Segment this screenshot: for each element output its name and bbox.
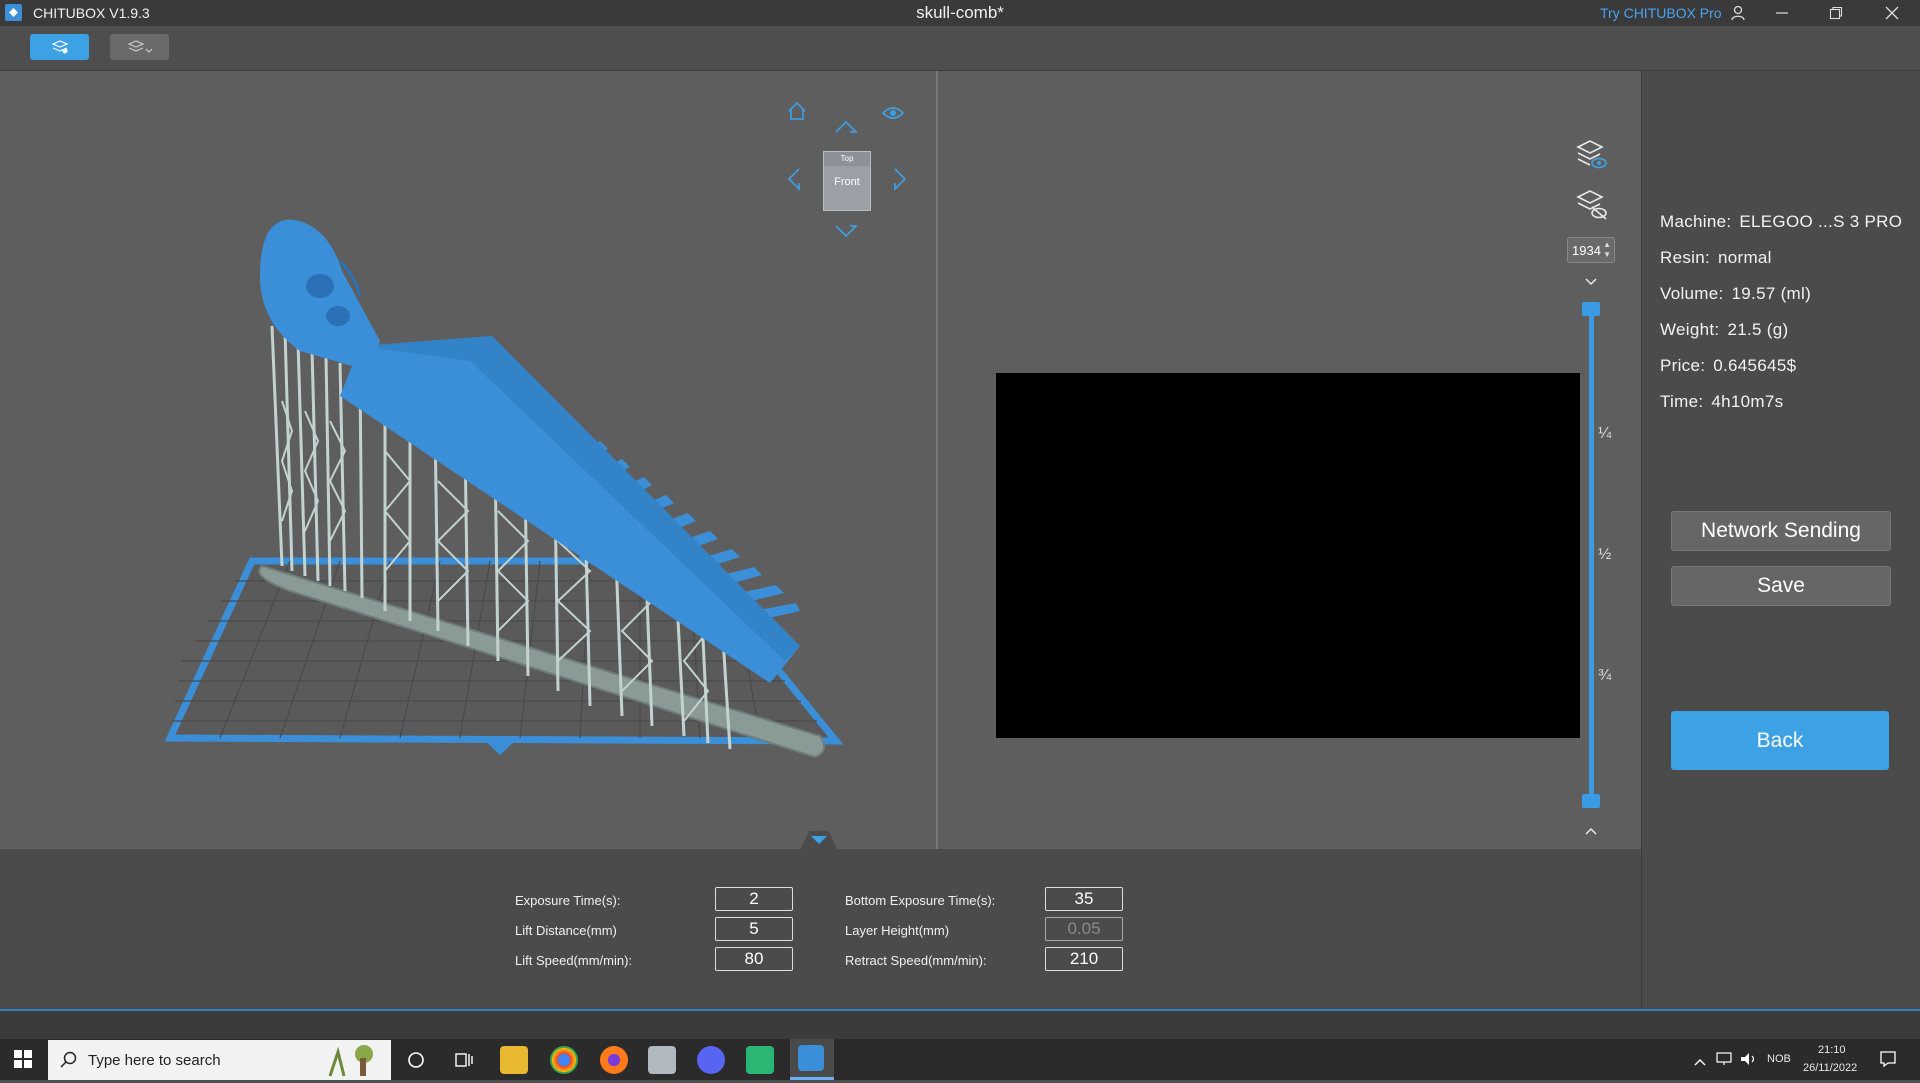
machine-value: ELEGOO ...S 3 PRO <box>1739 212 1903 231</box>
search-icon <box>60 1051 78 1074</box>
skull-eye-left <box>306 274 334 298</box>
back-button[interactable]: Back <box>1671 711 1889 770</box>
clock-time[interactable]: 21:10 <box>1818 1044 1846 1056</box>
layer-height-field: 0.05 <box>1045 917 1123 941</box>
machine-info: Machine: ELEGOO ...S 3 PRO <box>1660 212 1903 231</box>
skull-eye-right <box>326 306 350 326</box>
bottom-exposure-field[interactable]: 35 <box>1045 887 1123 911</box>
retract-speed-field[interactable]: 210 <box>1045 947 1123 971</box>
layers-icon <box>50 40 69 54</box>
layers-dropdown-icon <box>126 40 152 53</box>
rotate-up-icon[interactable] <box>834 119 858 140</box>
3d-viewport[interactable]: Top Front <box>0 71 936 849</box>
layer-number-value: 1934 <box>1572 242 1601 258</box>
layer-number-spinbox[interactable]: 1934 ▲ ▼ <box>1567 237 1615 263</box>
hide-layers-icon[interactable] <box>1576 189 1608 228</box>
home-view-icon[interactable] <box>786 100 808 127</box>
network-sending-button[interactable]: Network Sending <box>1671 511 1891 551</box>
slice-parameters-panel <box>0 849 1641 1009</box>
network-icon[interactable] <box>1716 1052 1734 1071</box>
price-value: 0.645645$ <box>1713 356 1797 375</box>
plate-front-marker <box>480 736 520 755</box>
view-cube[interactable]: Top Front <box>823 151 871 211</box>
rotate-down-icon[interactable] <box>834 223 858 244</box>
status-bar <box>0 1011 1920 1039</box>
title-bar: CHITUBOX V1.9.3 skull-comb* Try CHITUBOX… <box>0 0 1920 26</box>
user-account-icon[interactable] <box>1718 0 1758 26</box>
exposure-time-label: Exposure Time(s): <box>515 893 621 908</box>
tray-expand-icon[interactable] <box>1694 1054 1706 1072</box>
retract-speed-label: Retract Speed(mm/min): <box>845 953 987 968</box>
volume-icon[interactable] <box>1740 1052 1758 1071</box>
app-title: CHITUBOX V1.9.3 <box>33 5 150 21</box>
time-value: 4h10m7s <box>1711 392 1784 411</box>
slice-mode-button[interactable] <box>30 34 89 60</box>
time-info: Time: 4h10m7s <box>1660 392 1784 411</box>
try-pro-link[interactable]: Try CHITUBOX Pro <box>1600 5 1722 21</box>
rotate-left-icon[interactable] <box>786 167 802 196</box>
visibility-eye-icon[interactable] <box>881 105 905 126</box>
minimize-button[interactable] <box>1762 0 1802 26</box>
layer-up-chevron-icon[interactable] <box>1584 823 1598 841</box>
slider-mark-half: ½ <box>1598 546 1612 563</box>
layer-height-label: Layer Height(mm) <box>845 923 950 938</box>
exposure-time-field[interactable]: 2 <box>715 887 793 911</box>
windows-start-icon[interactable] <box>14 1050 32 1073</box>
slider-mark-three-quarter: ¾ <box>1598 667 1612 684</box>
volume-value: 19.57 (ml) <box>1731 284 1812 303</box>
layer-slider-track[interactable] <box>1589 306 1594 802</box>
rotate-right-icon[interactable] <box>892 167 908 196</box>
printer-app-icon[interactable] <box>648 1046 676 1074</box>
notifications-icon[interactable] <box>1879 1050 1897 1073</box>
chrome-icon[interactable] <box>550 1046 578 1074</box>
chitubox-taskbar-button[interactable] <box>790 1039 834 1080</box>
file-explorer-icon[interactable] <box>500 1046 528 1074</box>
lift-distance-label: Lift Distance(mm) <box>515 923 617 938</box>
resin-value: normal <box>1718 248 1772 267</box>
layer-slider-top-handle[interactable] <box>1582 302 1600 316</box>
lift-speed-label: Lift Speed(mm/min): <box>515 953 633 968</box>
weight-info: Weight: 21.5 (g) <box>1660 320 1789 339</box>
close-button[interactable] <box>1872 0 1912 26</box>
meshmixer-icon[interactable] <box>746 1046 774 1074</box>
lift-distance-field[interactable]: 5 <box>715 917 793 941</box>
firefox-icon[interactable] <box>600 1046 628 1074</box>
toolbar <box>0 26 1920 71</box>
cortana-icon[interactable] <box>406 1050 426 1075</box>
chitubox-logo-icon <box>5 4 22 21</box>
search-placeholder: Type here to search <box>88 1052 221 1069</box>
layer-down-chevron-icon[interactable] <box>1584 274 1598 292</box>
chitubox-app-icon <box>798 1045 824 1071</box>
slider-mark-quarter: ¼ <box>1598 425 1612 442</box>
clock-date[interactable]: 26/11/2022 <box>1803 1062 1857 1074</box>
discord-icon[interactable] <box>697 1046 725 1074</box>
view-cube-front-face[interactable]: Front <box>824 176 870 188</box>
restore-button[interactable] <box>1816 0 1856 26</box>
volume-info: Volume: 19.57 (ml) <box>1660 284 1812 303</box>
lift-speed-field[interactable]: 80 <box>715 947 793 971</box>
view-cube-top-face[interactable]: Top <box>824 152 870 166</box>
price-info: Price: 0.645645$ <box>1660 356 1797 375</box>
layer-slice-image <box>996 373 1580 738</box>
bottom-exposure-label: Bottom Exposure Time(s): <box>845 893 996 908</box>
spin-arrows-icon[interactable]: ▲ ▼ <box>1603 240 1611 260</box>
keyboard-language[interactable]: NOB <box>1767 1053 1791 1065</box>
task-view-icon[interactable] <box>454 1050 474 1075</box>
tools-menu-button[interactable] <box>110 34 169 60</box>
search-highlight-illustration-icon <box>320 1042 382 1078</box>
layer-slider-bottom-handle[interactable] <box>1582 794 1600 808</box>
weight-value: 21.5 (g) <box>1727 320 1789 339</box>
resin-info: Resin: normal <box>1660 248 1772 267</box>
show-layers-icon[interactable] <box>1576 139 1608 178</box>
save-button[interactable]: Save <box>1671 566 1891 606</box>
